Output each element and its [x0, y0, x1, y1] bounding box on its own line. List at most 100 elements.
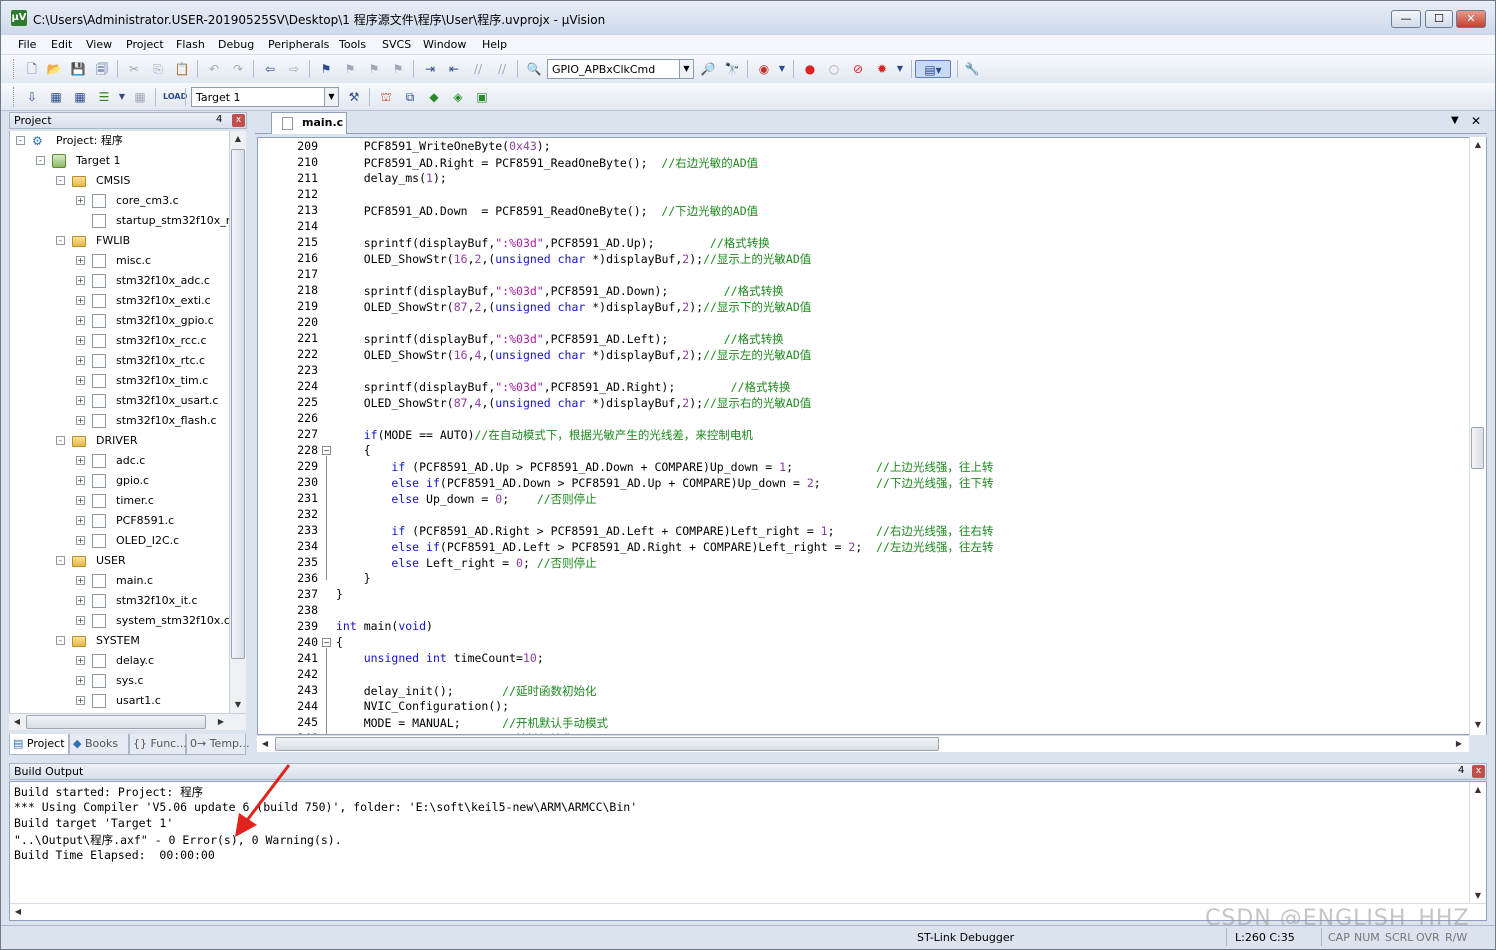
expand-icon[interactable]: + [76, 596, 85, 605]
tree-node[interactable]: + stm32f10x_gpio.c [10, 311, 229, 331]
tree-node[interactable]: - CMSIS [10, 171, 229, 191]
configure-icon[interactable]: 🔧 [963, 60, 981, 78]
scroll-left-icon[interactable]: ◀ [257, 736, 273, 752]
close-button[interactable]: ✕ [1456, 10, 1486, 28]
tree-node[interactable]: + gpio.c [10, 471, 229, 491]
expand-icon[interactable]: + [76, 296, 85, 305]
chevron-down-icon[interactable]: ▼ [773, 60, 791, 78]
expand-icon[interactable]: + [76, 576, 85, 585]
incremental-find-icon[interactable]: 🔎 [699, 60, 717, 78]
tree-node[interactable]: + stm32f10x_flash.c [10, 411, 229, 431]
tree-node[interactable]: + adc.c [10, 451, 229, 471]
build-icon[interactable]: ▦ [47, 88, 65, 106]
paste-icon[interactable]: 📋 [173, 60, 191, 78]
tree-node[interactable]: + main.c [10, 571, 229, 591]
tree-node[interactable]: + PCF8591.c [10, 511, 229, 531]
prev-bookmark-icon[interactable]: ⚑ [341, 60, 359, 78]
collapse-icon[interactable]: - [36, 156, 45, 165]
target-combo[interactable]: Target 1 ▼ [191, 87, 339, 107]
new-file-icon[interactable]: 🗋 [23, 60, 41, 78]
tree-node[interactable]: - DRIVER [10, 431, 229, 451]
tree-node[interactable]: + stm32f10x_rcc.c [10, 331, 229, 351]
tree-horizontal-scrollbar[interactable]: ◀ ▶ [9, 713, 246, 730]
close-tab-icon[interactable]: ✕ [1471, 114, 1481, 128]
tree-node[interactable]: - ⚙ Project: 程序 [10, 131, 229, 151]
manage-project-items-icon[interactable]: ⛫ [377, 88, 395, 106]
code-line[interactable]: sprintf(displayBuf,":%03d",PCF8591_AD.Ri… [336, 379, 791, 395]
scroll-left-icon[interactable]: ◀ [9, 714, 25, 730]
code-line[interactable]: MODE = MANUAL; //开机默认手动模式 [336, 715, 608, 731]
pin-icon[interactable]: 4 [216, 114, 222, 125]
scroll-down-icon[interactable]: ▼ [1470, 717, 1486, 733]
tree-node[interactable]: + core_cm3.c [10, 191, 229, 211]
tree-node[interactable]: + stm32f10x_rtc.c [10, 351, 229, 371]
tree-node[interactable]: + stm32f10x_it.c [10, 591, 229, 611]
scroll-right-icon[interactable]: ▶ [213, 714, 229, 730]
menu-view[interactable]: View [86, 38, 112, 51]
navigate-forward-icon[interactable]: ⇨ [285, 60, 303, 78]
expand-icon[interactable]: + [76, 476, 85, 485]
tab-project[interactable]: ▤ Project [9, 734, 69, 755]
tree-node[interactable]: + sys.c [10, 671, 229, 691]
scroll-up-icon[interactable]: ▲ [1470, 782, 1486, 798]
code-line[interactable]: else if(PCF8591_AD.Down > PCF8591_AD.Up … [336, 475, 993, 491]
tree-node[interactable]: - SYSTEM [10, 631, 229, 651]
bookmark-icon[interactable]: ⚑ [317, 60, 335, 78]
navigate-back-icon[interactable]: ⇦ [261, 60, 279, 78]
expand-icon[interactable]: + [76, 376, 85, 385]
disable-breakpoints-icon[interactable]: ⊘ [849, 60, 867, 78]
expand-icon[interactable]: + [76, 676, 85, 685]
code-line[interactable]: OLED_ShowStr(87,4,(unsigned char *)displ… [336, 395, 812, 411]
toolbar-grip[interactable] [13, 87, 16, 107]
expand-icon[interactable]: + [76, 276, 85, 285]
menu-tools[interactable]: Tools [339, 38, 366, 51]
code-line[interactable]: sprintf(displayBuf,":%03d",PCF8591_AD.Up… [336, 235, 770, 251]
pin-icon[interactable]: 4 [1458, 765, 1464, 776]
expand-icon[interactable]: + [76, 416, 85, 425]
code-line[interactable]: NVIC_Configuration(); [336, 699, 509, 713]
build-output-vertical-scrollbar[interactable]: ▲ ▼ [1469, 782, 1486, 904]
unindent-icon[interactable]: ⇤ [445, 60, 463, 78]
tree-node[interactable]: + stm32f10x_tim.c [10, 371, 229, 391]
chevron-down-icon[interactable]: ▼ [324, 88, 338, 106]
tree-node[interactable]: - FWLIB [10, 231, 229, 251]
indent-icon[interactable]: ⇥ [421, 60, 439, 78]
menu-file[interactable]: File [18, 38, 36, 51]
close-icon[interactable]: x [1472, 765, 1485, 778]
menu-peripherals[interactable]: Peripherals [268, 38, 329, 51]
tree-node[interactable]: + stm32f10x_exti.c [10, 291, 229, 311]
editor-hscroll-thumb[interactable] [275, 737, 939, 751]
expand-icon[interactable]: + [76, 496, 85, 505]
rebuild-icon[interactable]: ▦ [71, 88, 89, 106]
toolbar-grip[interactable] [13, 59, 16, 79]
scroll-up-icon[interactable]: ▲ [230, 131, 246, 147]
tab-templates[interactable]: 0→ Temp... [186, 734, 250, 755]
scroll-up-icon[interactable]: ▲ [1470, 137, 1486, 153]
code-line[interactable]: } [336, 571, 371, 585]
fold-marker-icon[interactable]: − [322, 446, 331, 455]
tree-scroll-thumb[interactable] [231, 149, 245, 659]
tree-hscroll-thumb[interactable] [26, 715, 206, 729]
code-line[interactable]: OLED_ShowStr(87,2,(unsigned char *)displ… [336, 299, 812, 315]
next-bookmark-icon[interactable]: ⚑ [365, 60, 383, 78]
maximize-button[interactable]: ☐ [1425, 10, 1453, 28]
code-line[interactable]: } [336, 587, 343, 601]
code-editor[interactable]: 209 210 211 212 213 214 215 216 217 218 219 220 221 2… [257, 137, 1487, 735]
code-line[interactable]: else if(PCF8591_AD.Left > PCF8591_AD.Rig… [336, 539, 993, 555]
menu-window[interactable]: Window [423, 38, 466, 51]
chevron-down-icon[interactable]: ▼ [891, 60, 909, 78]
code-line[interactable]: { [336, 443, 371, 457]
editor-scroll-thumb[interactable] [1471, 427, 1484, 469]
tree-node[interactable]: - USER [10, 551, 229, 571]
scroll-down-icon[interactable]: ▼ [1470, 888, 1486, 904]
code-line[interactable]: PCF8591_AD.Right = PCF8591_ReadOneByte()… [336, 155, 758, 171]
file-extensions-icon[interactable]: ⧉ [401, 88, 419, 106]
menu-project[interactable]: Project [126, 38, 164, 51]
tree-node[interactable]: + misc.c [10, 251, 229, 271]
uncomment-icon[interactable]: // [493, 60, 511, 78]
expand-icon[interactable]: + [76, 536, 85, 545]
expand-icon[interactable]: + [76, 516, 85, 525]
expand-icon[interactable]: + [76, 656, 85, 665]
code-line[interactable]: delay_init(); //延时函数初始化 [336, 683, 597, 699]
menu-edit[interactable]: Edit [51, 38, 72, 51]
